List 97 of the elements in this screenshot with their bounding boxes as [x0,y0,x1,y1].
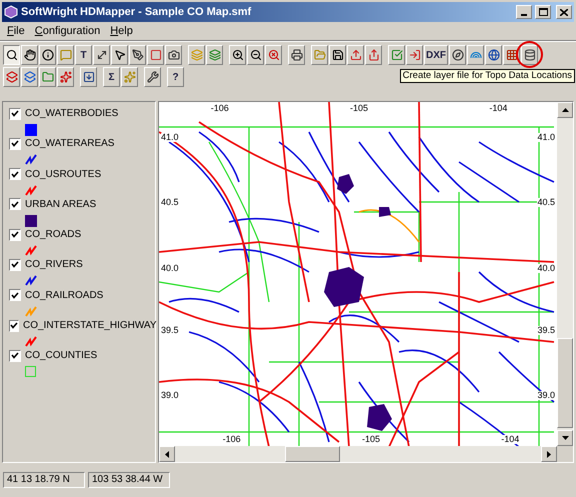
pen-icon [132,49,144,61]
diagonal-arrow-icon [96,49,108,61]
checkmark-icon [11,352,19,360]
scroll-thumb[interactable] [285,446,340,462]
layer-name: URBAN AREAS [25,198,96,212]
toolbar-button[interactable]: Σ [103,67,120,87]
status-pane: 103 53 38.44 W [88,472,170,488]
export-icon [350,49,362,61]
checkmark-icon [11,170,19,178]
save-icon [332,49,344,61]
menu-item[interactable]: Help [105,22,138,40]
layer-checkbox[interactable] [9,168,21,180]
layer-name: CO_RAILROADS [25,288,104,303]
horizontal-scrollbar[interactable] [159,446,557,462]
compass-icon [452,49,464,61]
zoom-in-icon [232,49,244,61]
longitude-label: -105 [362,435,380,444]
longitude-label: -104 [489,104,508,113]
latitude-label: 39.5 [537,326,555,335]
layer-checkbox[interactable] [9,228,21,241]
latitude-label: 41.0 [537,132,555,142]
longitude-label: -106 [210,104,229,113]
layer-name: CO_WATERBODIES [25,107,118,121]
latitude-label: 39.0 [161,390,179,400]
folder-icon [314,49,326,61]
up-arrow-icon [562,108,568,112]
info-icon [42,49,54,61]
layer-name: CO_USROUTES [25,168,102,182]
layer-checkbox[interactable] [9,198,21,210]
checkmark-icon [11,140,19,148]
layer-name: CO_COUNTIES [25,349,98,364]
layer-name: CO_WATERAREAS [25,137,114,152]
maximize-icon [538,8,548,16]
latitude-label: 40.5 [161,198,179,208]
checkmark-icon [11,292,19,299]
pointer-icon [114,49,126,61]
layers-icon [24,71,36,83]
printer-icon [290,49,302,61]
zoom-cancel-icon [268,49,280,61]
app-icon [4,5,18,19]
folder-icon [42,71,54,83]
longitude-label: -104 [501,435,520,444]
latitude-label: 40.0 [161,264,179,273]
latitude-label: 39.0 [537,390,555,400]
speech-bubble-icon [60,49,72,61]
grid-icon [506,49,518,61]
layer-name: CO_RIVERS [25,258,83,272]
layers-icon [208,49,220,61]
checkmark-icon [11,231,19,238]
layer-name: CO_ROADS [25,228,82,242]
tooltip: Create layer file for Topo Data Locations [400,69,575,83]
toolbar-button[interactable]: ? [167,67,184,87]
longitude-label: -106 [222,435,241,444]
longitude-label: -105 [350,104,368,113]
latitude-label: 40.5 [537,198,555,208]
vertical-scrollbar[interactable] [557,102,573,446]
status-pane: 41 13 18.79 N [3,472,85,488]
menu-item[interactable]: File [2,22,30,40]
close-button[interactable] [556,5,572,19]
latitude-label: 40.0 [537,264,555,273]
checkmark-icon [10,322,18,330]
zoom-out-icon [250,49,262,61]
toolbar-button[interactable] [3,45,20,65]
camera-icon [168,49,180,61]
minimize-icon [521,14,527,16]
layer-checkbox[interactable] [9,138,21,150]
shape-icon [150,49,162,61]
layers-icon [6,71,18,83]
checkmark-icon [11,200,19,208]
latitude-label: 39.5 [161,326,179,335]
layer-checkbox[interactable] [9,320,19,332]
layer-name: CO_INTERSTATE_HIGHWAY [23,319,157,334]
export-icon [368,49,380,61]
down-arrow-icon [562,436,568,440]
toolbar-button[interactable]: T [75,45,92,65]
right-arrow-icon [547,450,551,458]
layer-checkbox[interactable] [9,258,21,271]
menu-item[interactable]: Configuration [30,22,106,40]
minimize-button[interactable] [516,5,532,19]
left-arrow-icon [165,450,169,458]
checkmark-icon [11,110,19,117]
check-icon [390,49,402,61]
latitude-label: 41.0 [161,132,179,142]
layer-checkbox[interactable] [9,350,21,362]
wrench-icon [146,71,158,83]
search-icon [6,49,18,61]
layers-icon [190,49,202,61]
globe-icon [488,49,500,61]
layer-checkbox[interactable] [9,289,21,302]
layer-checkbox[interactable] [9,108,21,120]
maximize-button[interactable] [535,5,551,19]
import-icon [408,49,420,61]
close-icon [560,8,568,16]
checkmark-icon [11,261,19,268]
window-title: SoftWright HDMapper - Sample CO Map.smf [21,4,252,20]
hand-icon [24,49,36,61]
toolbar-button[interactable]: DXF [424,45,448,65]
